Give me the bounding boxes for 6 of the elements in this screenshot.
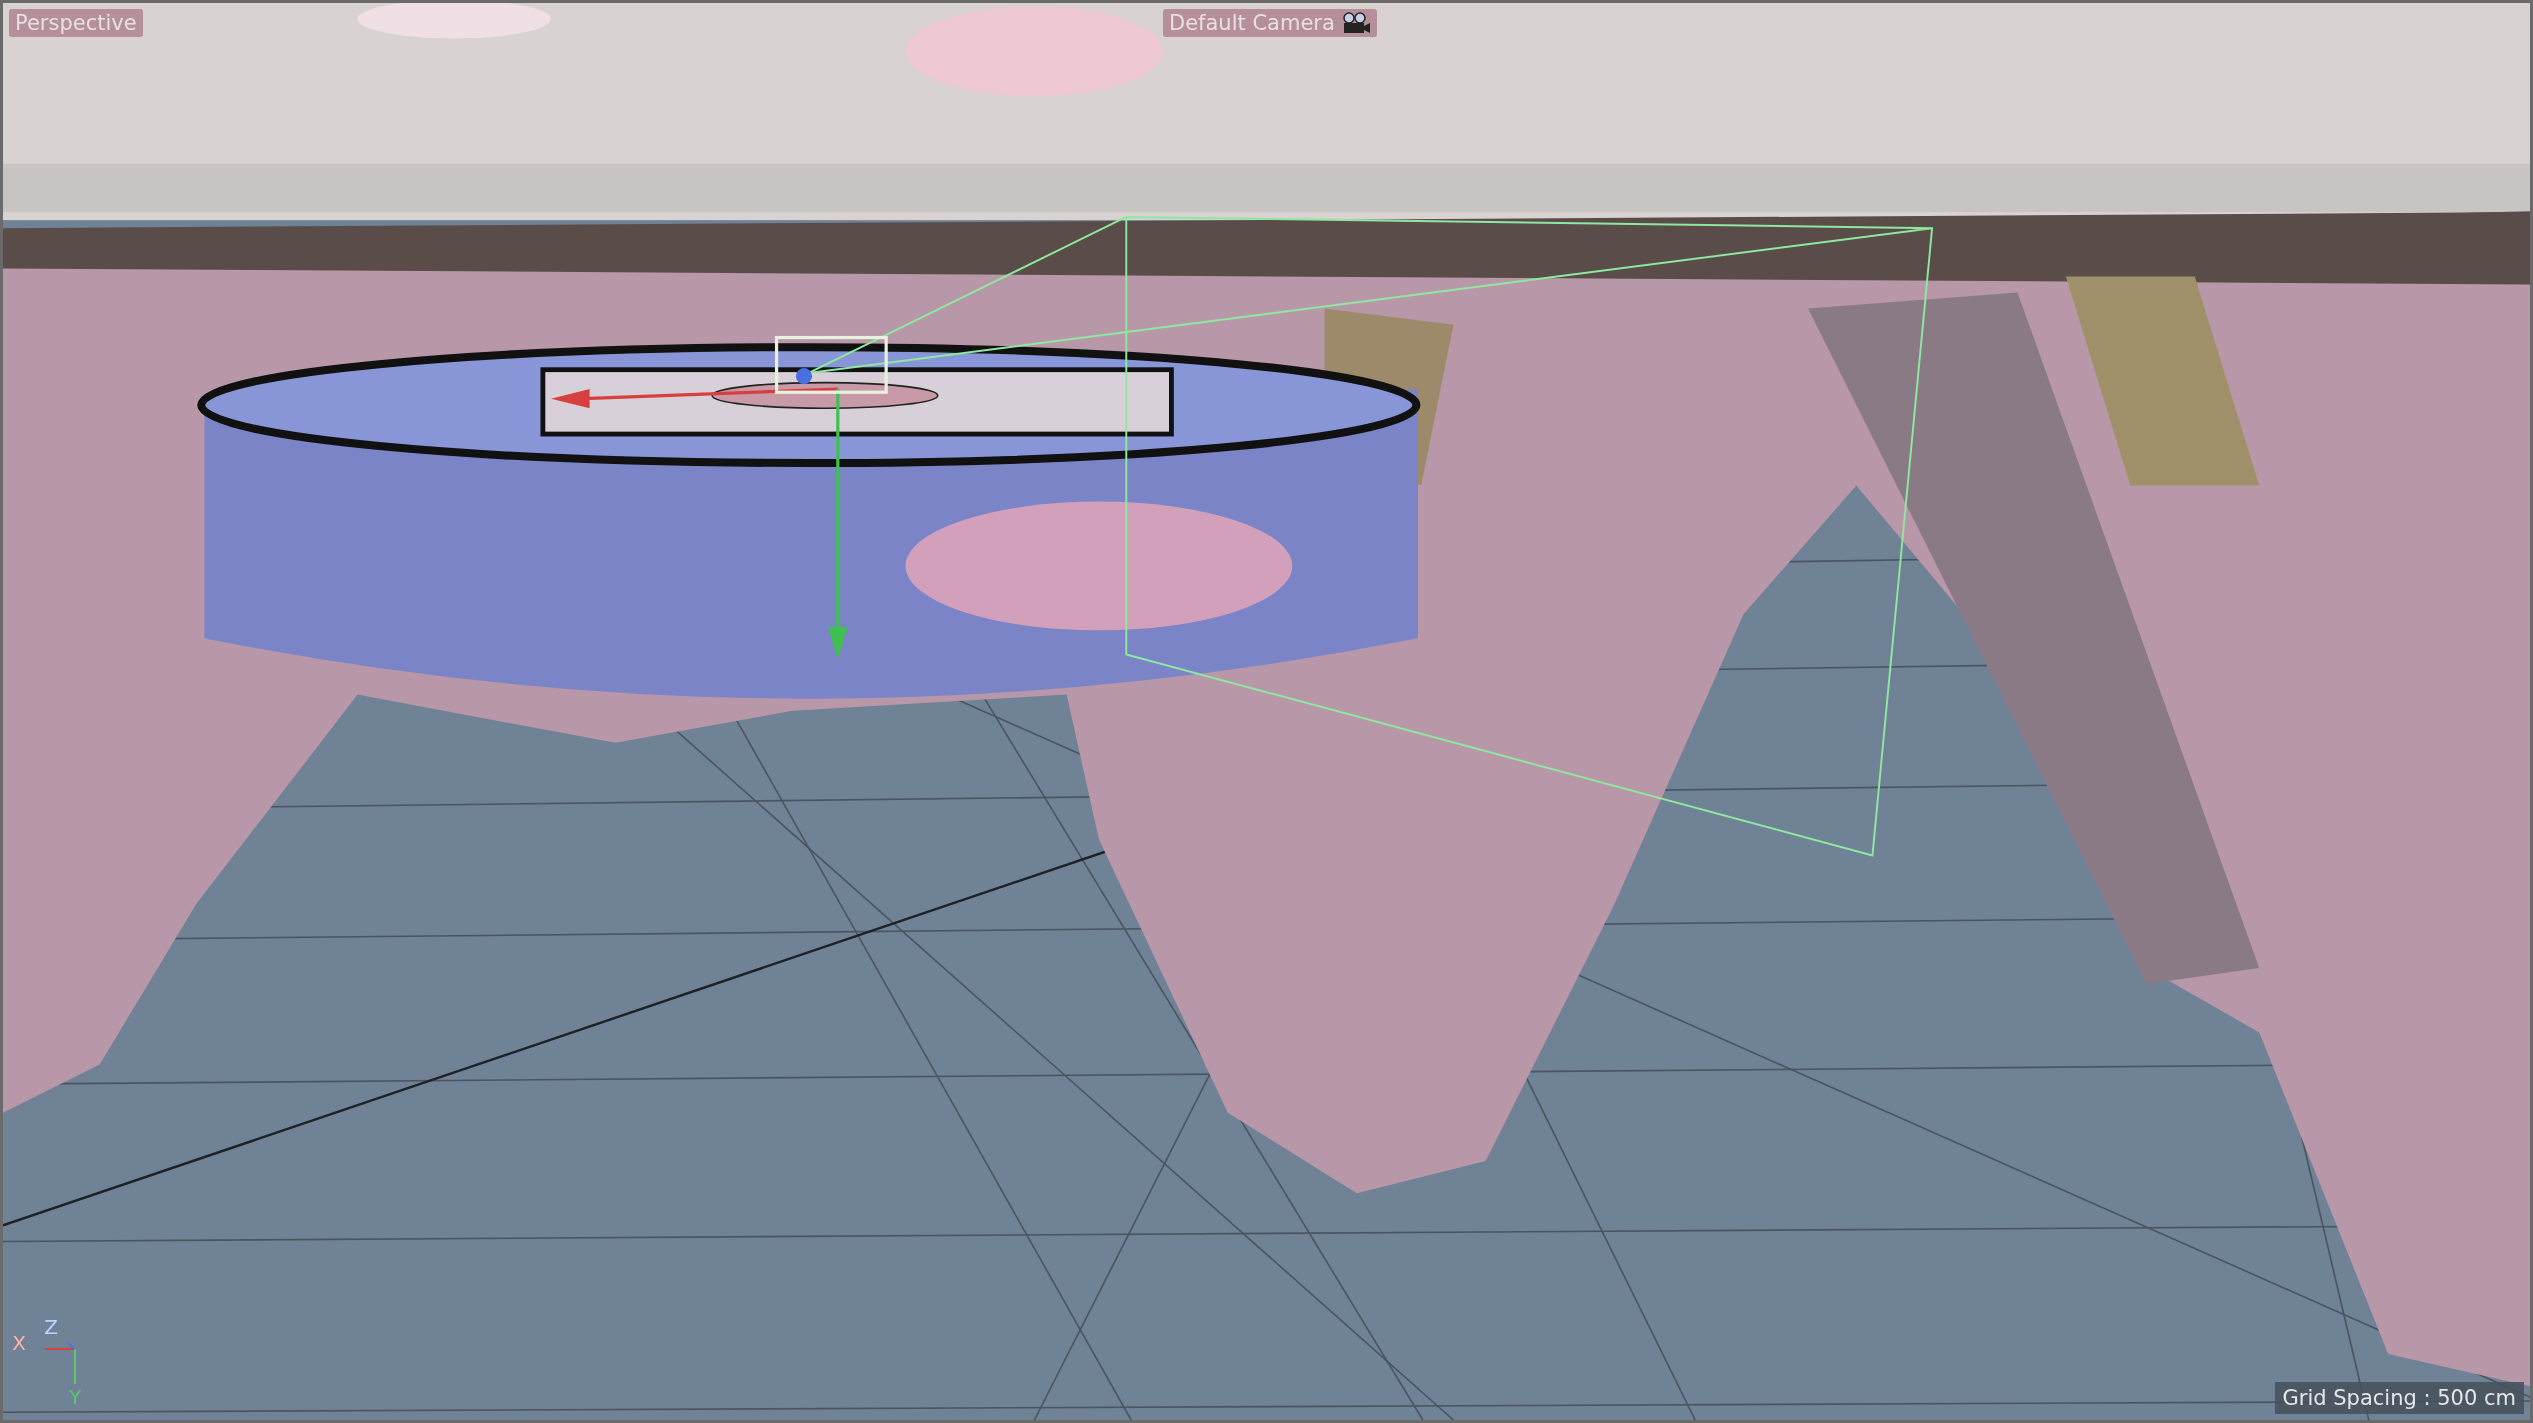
view-label[interactable]: Perspective [9, 9, 143, 37]
camera-label[interactable]: Default Camera [1163, 9, 1377, 37]
grid-spacing-label: Grid Spacing : 500 cm [2274, 1382, 2524, 1414]
viewport[interactable]: Perspective Default Camera X Z Y Grid Spacing : 500 cm [0, 0, 2533, 1423]
camera-icon [1340, 12, 1371, 34]
axis-gizmo-drawing: X Z Y [9, 1304, 99, 1414]
